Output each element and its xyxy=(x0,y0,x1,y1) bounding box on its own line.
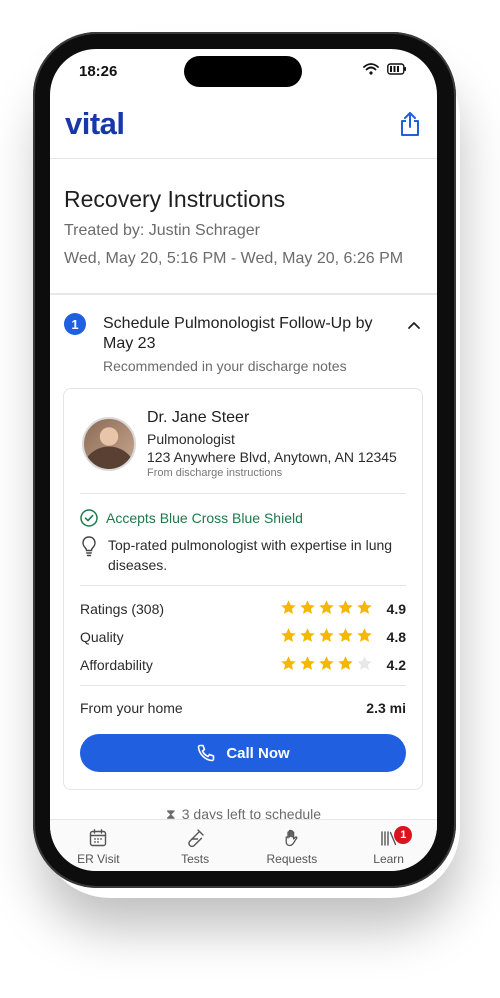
rating-label: Quality xyxy=(80,629,124,645)
star-icon xyxy=(357,600,372,614)
tab-learn-label: Learn xyxy=(373,852,404,866)
wifi-icon xyxy=(363,63,379,75)
star-icon xyxy=(300,656,315,670)
star-icon xyxy=(281,600,296,614)
insurance-badge: Accepts Blue Cross Blue Shield xyxy=(80,509,303,527)
calendar-icon xyxy=(90,829,107,847)
tab-er-visit-label: ER Visit xyxy=(77,852,120,866)
distance-value: 2.3 mi xyxy=(366,700,406,716)
test-tube-icon xyxy=(188,829,204,848)
tab-requests-label: Requests xyxy=(266,852,318,866)
rating-label: Affordability xyxy=(80,657,153,673)
chevron-up-icon xyxy=(408,322,420,329)
card-divider xyxy=(80,585,406,586)
battery-icon xyxy=(387,63,406,75)
collapse-button[interactable] xyxy=(407,317,421,335)
rating-row: Ratings (308) 4.9 xyxy=(80,599,406,619)
share-icon xyxy=(401,112,419,136)
tab-bar: ER Visit Tests Requests Learn 1 xyxy=(50,819,437,871)
insurance-text: Accepts Blue Cross Blue Shield xyxy=(106,510,303,526)
distance-row: From your home 2.3 mi xyxy=(80,700,406,716)
doctor-address: 123 Anywhere Blvd, Anytown, AN 12345 xyxy=(147,449,397,465)
share-button[interactable] xyxy=(397,110,423,138)
doctor-specialty: Pulmonologist xyxy=(147,431,235,447)
doctor-card: Dr. Jane Steer Pulmonologist 123 Anywher… xyxy=(63,388,423,790)
step-note: Recommended in your discharge notes xyxy=(103,358,347,374)
distance-label: From your home xyxy=(80,700,183,716)
tab-tests-label: Tests xyxy=(181,852,210,866)
star-rating xyxy=(280,655,373,672)
rating-value: 4.8 xyxy=(386,629,406,645)
rating-value: 4.2 xyxy=(386,657,406,673)
tab-tests[interactable]: Tests xyxy=(147,820,244,871)
check-circle-icon xyxy=(80,509,98,527)
rating-row: Quality 4.8 xyxy=(80,627,406,647)
star-rating xyxy=(280,627,373,644)
hand-icon xyxy=(285,829,298,847)
treated-by: Treated by: Justin Schrager xyxy=(64,222,260,239)
phone-icon xyxy=(198,744,215,762)
rating-row: Affordability 4.2 xyxy=(80,655,406,675)
notification-badge: 1 xyxy=(394,826,413,844)
status-time: 18:26 xyxy=(79,63,118,80)
star-icon xyxy=(281,656,296,670)
star-icon xyxy=(357,656,372,670)
lightbulb-icon xyxy=(82,536,96,557)
vital-logo: vital xyxy=(65,106,125,141)
step-title: Schedule Pulmonologist Follow-Up by May … xyxy=(103,315,373,352)
star-icon xyxy=(300,628,315,642)
doctor-source: From discharge instructions xyxy=(147,467,283,479)
doctor-avatar xyxy=(82,417,136,471)
highlight-text: Top-rated pulmonologist with expertise i… xyxy=(108,537,393,573)
tab-requests[interactable]: Requests xyxy=(244,820,341,871)
page-title: Recovery Instructions xyxy=(64,186,286,212)
card-divider xyxy=(80,685,406,686)
call-now-label: Call Now xyxy=(226,744,290,762)
app-bar: vital xyxy=(50,104,437,158)
star-icon xyxy=(281,628,296,642)
star-icon xyxy=(338,656,353,670)
rating-value: 4.9 xyxy=(386,601,406,617)
star-icon xyxy=(319,628,334,642)
tab-er-visit[interactable]: ER Visit xyxy=(50,820,147,871)
visit-time-range: Wed, May 20, 5:16 PM - Wed, May 20, 6:26… xyxy=(64,250,404,267)
tab-learn[interactable]: Learn 1 xyxy=(340,820,437,871)
card-divider xyxy=(80,493,406,494)
call-now-button[interactable]: Call Now xyxy=(80,734,406,772)
star-icon xyxy=(338,600,353,614)
rating-label: Ratings (308) xyxy=(80,601,165,617)
star-icon xyxy=(338,628,353,642)
header-divider xyxy=(50,158,437,159)
star-icon xyxy=(357,628,372,642)
step-number-badge: 1 xyxy=(64,313,86,335)
doctor-name: Dr. Jane Steer xyxy=(147,409,250,426)
star-rating xyxy=(280,599,373,616)
star-icon xyxy=(300,600,315,614)
status-icons xyxy=(363,63,407,75)
section-divider xyxy=(50,293,437,295)
star-icon xyxy=(319,656,334,670)
dynamic-island xyxy=(184,56,302,87)
star-icon xyxy=(319,600,334,614)
phone-screen: 18:26 vital Recovery Instructions Treate… xyxy=(50,49,437,871)
